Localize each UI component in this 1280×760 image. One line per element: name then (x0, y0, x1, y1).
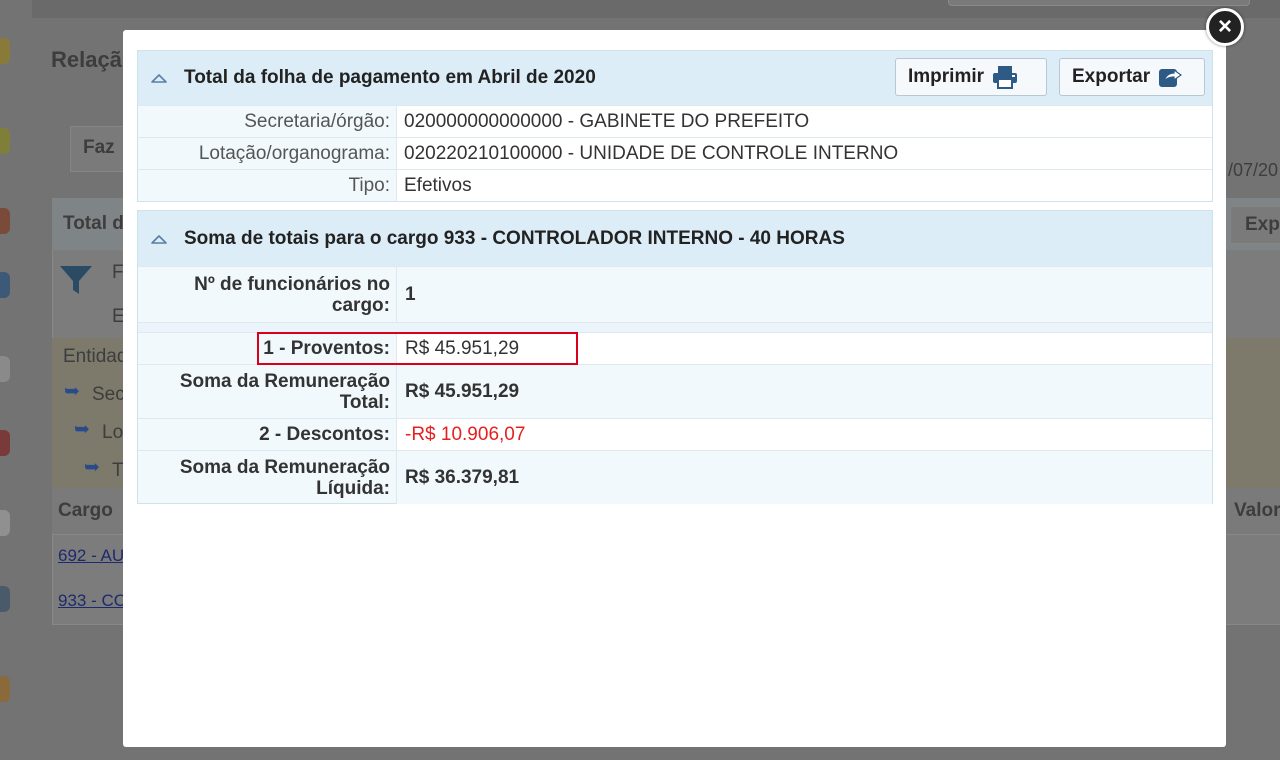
collapse-caret-icon[interactable] (150, 72, 168, 84)
sidebar-truck-icon (0, 272, 10, 298)
export-button[interactable]: Exportar (1059, 58, 1205, 96)
export-icon (1159, 68, 1183, 87)
descontos-label: 2 - Descontos: (138, 419, 397, 450)
payroll-summary-header[interactable]: Total da folha de pagamento em Abril de … (138, 51, 1212, 105)
secretaria-value: 020000000000000 - GABINETE DO PREFEITO (397, 106, 1212, 137)
employees-value: 1 (397, 267, 1212, 322)
remuneracao-liquida-row: Soma da Remuneração Líquida: R$ 36.379,8… (138, 450, 1212, 504)
sidebar-flag-icon (0, 208, 10, 234)
background-filter-line-1: F (112, 262, 124, 283)
sidebar-calculator-icon (0, 586, 10, 612)
remuneracao-liquida-value: R$ 36.379,81 (397, 451, 1212, 504)
close-modal-button[interactable]: × (1206, 8, 1244, 46)
background-panel-title: Total d (63, 213, 124, 234)
background-column-cargo: Cargo (58, 500, 113, 521)
tipo-value: Efetivos (397, 170, 1212, 201)
background-tree-arrow-3: ➥ (84, 457, 100, 478)
employees-label: Nº de funcionários no cargo: (138, 267, 397, 322)
cargo-totals-title: Soma de totais para o cargo 933 - CONTRO… (184, 227, 845, 249)
background-row-link-2: 933 - CO (58, 591, 127, 610)
background-row-link-1: 692 - AU (58, 546, 125, 565)
print-button[interactable]: Imprimir (895, 58, 1047, 96)
sidebar-coin-icon (0, 38, 10, 64)
lotacao-value: 020220210100000 - UNIDADE DE CONTROLE IN… (397, 138, 1212, 169)
payroll-summary-title: Total da folha de pagamento em Abril de … (184, 67, 596, 88)
background-entity: Entidad (63, 346, 128, 367)
printer-icon (993, 66, 1018, 89)
collapse-caret-icon[interactable] (150, 233, 168, 245)
background-search-input (948, 0, 1250, 6)
background-tree-arrow-2: ➥ (74, 419, 90, 440)
sidebar-chart-icon (0, 128, 10, 154)
background-tree-2: Lo (102, 422, 124, 443)
background-sidebar (0, 0, 33, 760)
proventos-highlight-box (257, 332, 578, 365)
section-spacer (138, 322, 1212, 332)
background-tree-arrow-1: ➥ (64, 381, 80, 402)
print-label: Imprimir (908, 66, 985, 87)
remuneracao-total-value: R$ 45.951,29 (397, 365, 1212, 418)
payroll-summary-section: Total da folha de pagamento em Abril de … (137, 50, 1213, 202)
sidebar-book-icon (0, 430, 10, 456)
secretaria-label: Secretaria/órgão: (138, 106, 397, 137)
background-filter-icon (60, 266, 92, 294)
sidebar-document-icon (0, 356, 10, 382)
descontos-row: 2 - Descontos: -R$ 10.906,07 (138, 418, 1212, 450)
lotacao-label: Lotação/organograma: (138, 138, 397, 169)
sidebar-user-icon (0, 676, 10, 702)
export-label: Exportar (1072, 66, 1151, 87)
background-tree-1: Sec (92, 384, 125, 405)
background-tree-3: T (112, 460, 124, 481)
background-column-valor: Valor (1234, 500, 1280, 521)
remuneracao-liquida-label: Soma da Remuneração Líquida: (138, 451, 397, 504)
employees-row: Nº de funcionários no cargo: 1 (138, 266, 1212, 322)
info-row-lotacao: Lotação/organograma: 020220210100000 - U… (138, 137, 1212, 169)
cargo-totals-header[interactable]: Soma de totais para o cargo 933 - CONTRO… (138, 211, 1212, 266)
background-date: /07/20 (1228, 160, 1279, 180)
close-icon: × (1217, 13, 1232, 40)
tipo-label: Tipo: (138, 170, 397, 201)
background-page-title: Relaçã (51, 47, 122, 72)
info-row-secretaria: Secretaria/órgão: 020000000000000 - GABI… (138, 105, 1212, 137)
remuneracao-total-row: Soma da Remuneração Total: R$ 45.951,29 (138, 364, 1212, 418)
sidebar-paper-icon (0, 510, 10, 536)
background-export-button: Exp (1230, 206, 1280, 244)
remuneracao-total-label: Soma da Remuneração Total: (138, 365, 397, 418)
descontos-value: -R$ 10.906,07 (397, 419, 1212, 450)
info-row-tipo: Tipo: Efetivos (138, 169, 1212, 201)
